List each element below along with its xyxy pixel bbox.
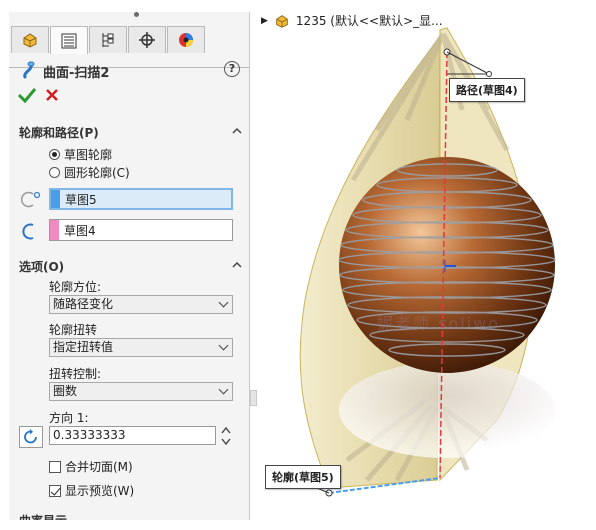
twist-control-dropdown[interactable]: 圈数 [49, 382, 233, 401]
appearance-icon [179, 33, 193, 47]
twist-dropdown[interactable]: 指定扭转值 [49, 338, 233, 357]
merge-label: 合并切面(M) [65, 460, 133, 474]
tab-configuration-manager[interactable] [89, 26, 127, 53]
chevron-down-icon [218, 297, 229, 308]
configuration-icon [102, 33, 114, 47]
collapse-arrow-icon[interactable] [231, 259, 243, 271]
ball-reflection [339, 362, 555, 458]
spin-stepper[interactable] [220, 425, 232, 447]
profile-color-chip [51, 190, 60, 208]
direction-label: 方向 1: [49, 411, 89, 425]
path-color-chip [50, 220, 59, 240]
panel-grip[interactable] [134, 12, 139, 17]
path-value: 草图4 [64, 223, 96, 238]
twist-control-value: 圈数 [53, 384, 78, 398]
orientation-label: 轮廓方位: [49, 280, 102, 294]
section-curvature-heading[interactable]: 曲率显示 [19, 512, 67, 520]
orientation-dropdown[interactable]: 随路径变化 [49, 295, 233, 314]
path-callout[interactable]: 路径(草图4) [449, 78, 525, 102]
path-selector-icon [22, 223, 34, 240]
tab-feature-manager[interactable] [11, 26, 49, 53]
graphics-viewport[interactable]: ▶ 1235 (默认<<默认>_显... 妮老师 soliwo 路径(草图4) … [257, 10, 587, 520]
preview-label: 显示预览(W) [65, 484, 135, 498]
panel-splitter[interactable] [250, 390, 257, 406]
help-button[interactable]: ? [224, 61, 240, 77]
profile-callout[interactable]: 轮廓(草图5) [265, 465, 341, 489]
manager-tabs [9, 26, 249, 68]
orientation-value: 随路径变化 [53, 297, 114, 311]
checkbox[interactable] [49, 460, 61, 473]
property-manager-icon [61, 33, 77, 48]
show-preview[interactable]: 显示预览(W) [49, 482, 134, 499]
model-view [299, 27, 556, 497]
direction-icon [24, 429, 37, 444]
checkbox[interactable] [49, 484, 61, 497]
twist-value: 指定扭转值 [53, 340, 114, 354]
origin-target-icon [139, 32, 155, 48]
radio-button[interactable] [49, 149, 60, 160]
radio-circular-profile-label: 圆形轮廓(C) [64, 166, 130, 180]
twist-label: 轮廓扭转 [49, 323, 98, 337]
radio-button[interactable] [49, 167, 60, 178]
profile-selector-icon [20, 191, 41, 208]
twist-control-label: 扭转控制: [49, 367, 102, 381]
watermark-text: 妮老师 soliwo [377, 314, 500, 333]
chevron-down-icon [218, 384, 229, 395]
sweep-icon [23, 61, 35, 79]
tab-display-manager[interactable] [167, 26, 205, 53]
tab-property-manager[interactable] [50, 26, 88, 54]
profile-selection-box[interactable]: 草图5 [49, 188, 233, 210]
section-options-heading[interactable]: 选项(O) [19, 258, 64, 275]
tab-dimxpert-manager[interactable] [128, 26, 166, 53]
feature-title: 曲面-扫描2 [43, 66, 110, 81]
window: 曲面-扫描2 ? 轮廓和路径(P) 草图轮廓 圆形轮廓(C) 草图5 草图4 选… [0, 0, 596, 530]
radio-sketch-profile-label: 草图轮廓 [64, 148, 113, 162]
property-manager-panel: 曲面-扫描2 ? 轮廓和路径(P) 草图轮廓 圆形轮廓(C) 草图5 草图4 选… [9, 12, 250, 520]
path-selection-box[interactable]: 草图4 [49, 219, 233, 241]
ok-check-icon[interactable] [17, 86, 37, 104]
radio-circular-profile[interactable]: 圆形轮廓(C) [49, 164, 130, 181]
cancel-x-icon[interactable] [45, 88, 59, 102]
reverse-direction-button[interactable] [19, 426, 43, 448]
collapse-arrow-icon[interactable] [231, 125, 243, 137]
chevron-down-icon [218, 340, 229, 351]
feature-manager-icon [23, 33, 37, 48]
profile-value: 草图5 [65, 192, 97, 207]
radio-sketch-profile[interactable]: 草图轮廓 [49, 146, 112, 163]
direction-input[interactable]: 0.33333333 [49, 426, 216, 445]
merge-tangent-faces[interactable]: 合并切面(M) [49, 458, 133, 475]
section-profile-path-heading[interactable]: 轮廓和路径(P) [19, 124, 99, 141]
